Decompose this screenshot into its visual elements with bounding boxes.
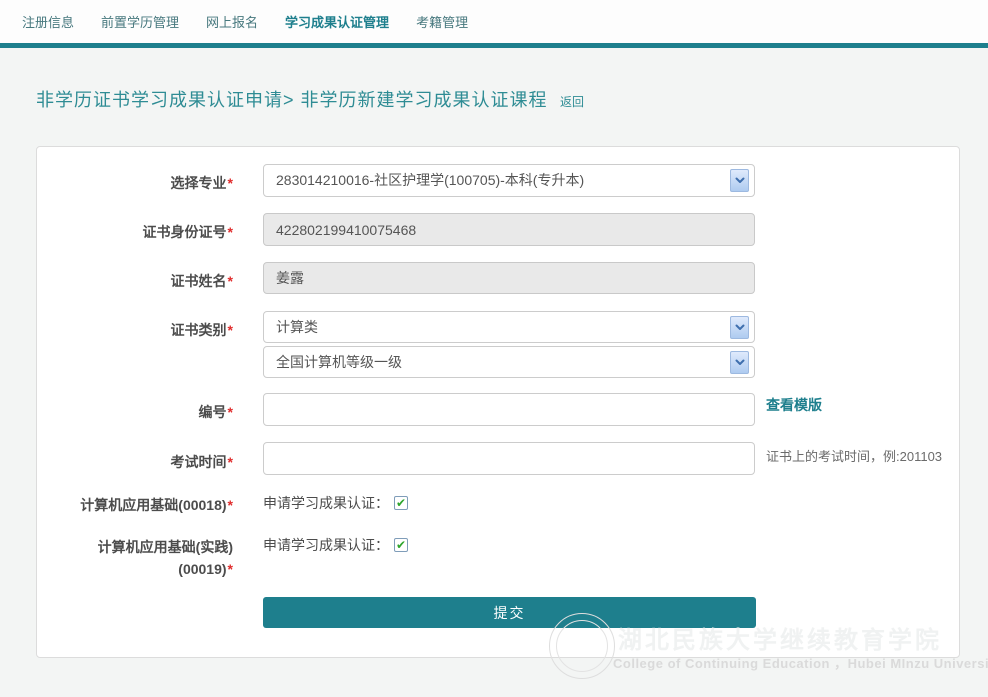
watermark-chinese-text: 湖北民族大学继续教育学院 xyxy=(618,620,942,655)
chevron-down-icon[interactable] xyxy=(730,316,749,339)
course1-checkbox-label: 申请学习成果认证： xyxy=(263,493,389,513)
view-template-link[interactable]: 查看模版 xyxy=(766,395,822,415)
check-icon: ✔ xyxy=(396,497,406,509)
page-title: 非学历证书学习成果认证申请> 非学历新建学习成果认证课程 xyxy=(36,90,548,110)
cert-type-select-value: 计算类 xyxy=(276,312,318,343)
major-label: 选择专业* xyxy=(37,173,233,193)
cert-name-label: 证书姓名* xyxy=(37,271,233,291)
exam-time-hint: 证书上的考试时间，例:201103 xyxy=(766,446,942,465)
tab-online-signup[interactable]: 网上报名 xyxy=(206,12,258,31)
cert-type-label: 证书类别* xyxy=(37,320,233,340)
course2-apply-row: 申请学习成果认证： ✔ xyxy=(263,535,408,555)
tab-register-info[interactable]: 注册信息 xyxy=(22,12,74,31)
exam-time-field[interactable] xyxy=(263,442,755,475)
university-seal-inner-ring-icon xyxy=(556,620,608,672)
id-number-field[interactable] xyxy=(263,213,755,246)
check-icon: ✔ xyxy=(396,539,406,551)
cert-type-select[interactable]: 计算类 xyxy=(263,311,755,343)
course1-label: 计算机应用基础(00018)* xyxy=(37,495,233,515)
cert-name-field[interactable] xyxy=(263,262,755,294)
id-number-label: 证书身份证号* xyxy=(37,222,233,242)
number-label: 编号* xyxy=(37,402,233,422)
course2-apply-checkbox[interactable]: ✔ xyxy=(394,538,408,552)
cert-subtype-select-value: 全国计算机等级一级 xyxy=(276,347,402,378)
tab-exam-record-mgmt[interactable]: 考籍管理 xyxy=(416,12,468,31)
exam-time-label: 考试时间* xyxy=(37,452,233,472)
major-select[interactable]: 283014210016-社区护理学(100705)-本科(专升本) xyxy=(263,164,755,197)
page: 注册信息 前置学历管理 网上报名 学习成果认证管理 考籍管理 非学历证书学习成果… xyxy=(0,0,988,697)
breadcrumb: 非学历证书学习成果认证申请> 非学历新建学习成果认证课程 返回 xyxy=(36,86,584,112)
course1-apply-row: 申请学习成果认证： ✔ xyxy=(263,493,408,513)
chevron-down-icon[interactable] xyxy=(730,169,749,192)
tab-prior-education[interactable]: 前置学历管理 xyxy=(101,12,179,31)
top-nav: 注册信息 前置学历管理 网上报名 学习成果认证管理 考籍管理 xyxy=(0,0,988,43)
watermark-english-text: College of Continuing Education ，Hubei M… xyxy=(613,653,988,672)
form-card: 选择专业* 283014210016-社区护理学(100705)-本科(专升本)… xyxy=(36,146,960,658)
nav-accent-bar xyxy=(0,43,988,48)
major-select-value: 283014210016-社区护理学(100705)-本科(专升本) xyxy=(276,165,584,196)
chevron-down-icon[interactable] xyxy=(730,351,749,374)
course1-apply-checkbox[interactable]: ✔ xyxy=(394,496,408,510)
cert-subtype-select[interactable]: 全国计算机等级一级 xyxy=(263,346,755,378)
course2-label-line1: 计算机应用基础(实践) xyxy=(37,537,233,557)
back-link[interactable]: 返回 xyxy=(560,95,584,109)
course2-checkbox-label: 申请学习成果认证： xyxy=(263,535,389,555)
number-field[interactable] xyxy=(263,393,755,426)
tab-learning-outcome-mgmt[interactable]: 学习成果认证管理 xyxy=(285,12,389,31)
course2-label-line2: (00019)* xyxy=(37,561,233,577)
